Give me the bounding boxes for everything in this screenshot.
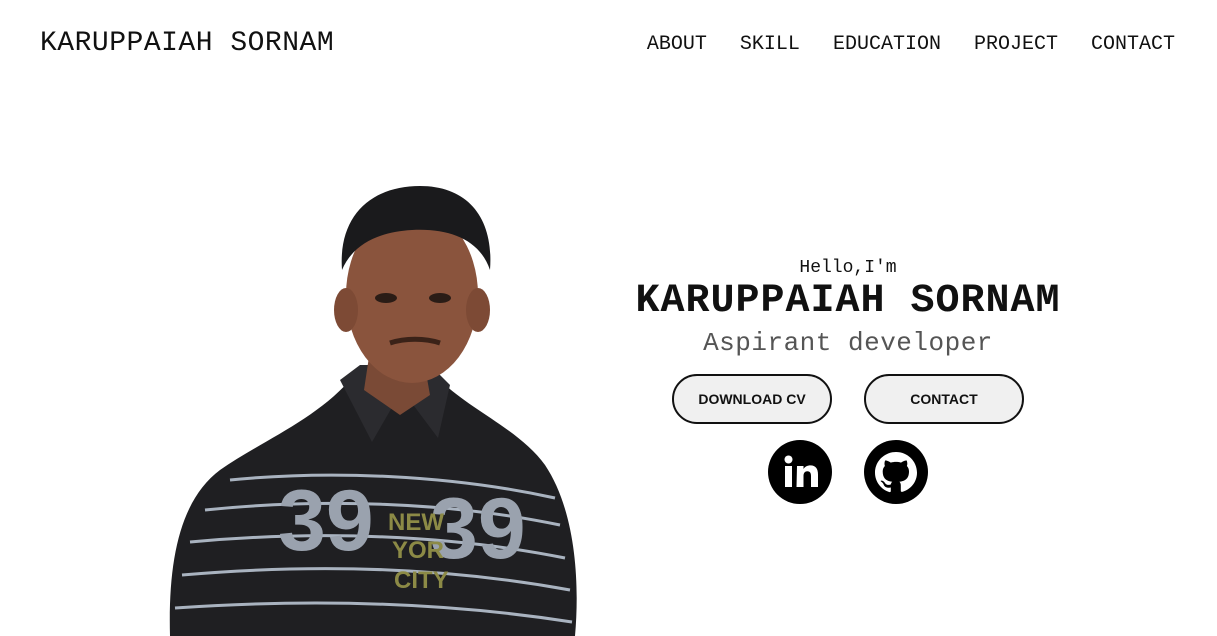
nav-education[interactable]: EDUCATION [833, 33, 941, 56]
main-nav: ABOUT SKILL EDUCATION PROJECT CONTACT [647, 33, 1175, 56]
linkedin-icon[interactable] [768, 440, 832, 504]
github-icon[interactable] [864, 440, 928, 504]
svg-text:39: 39 [430, 481, 526, 577]
hero-section: Hello,I'm KARUPPAIAH SORNAM Aspirant dev… [560, 250, 1136, 504]
hero-buttons: DOWNLOAD CV CONTACT [560, 374, 1136, 424]
svg-text:39: 39 [278, 473, 374, 569]
contact-button[interactable]: CONTACT [864, 374, 1024, 424]
svg-text:YOR: YOR [392, 537, 444, 564]
site-logo[interactable]: KARUPPAIAH SORNAM [40, 28, 334, 59]
nav-about[interactable]: ABOUT [647, 33, 707, 56]
nav-skill[interactable]: SKILL [740, 33, 800, 56]
nav-contact[interactable]: CONTACT [1091, 33, 1175, 56]
hero-role: Aspirant developer [703, 328, 993, 358]
portfolio-page: KARUPPAIAH SORNAM ABOUT SKILL EDUCATION … [0, 0, 1217, 636]
svg-text:NEW: NEW [388, 509, 444, 536]
greeting-text: Hello,I'm [799, 258, 897, 278]
download-cv-button[interactable]: DOWNLOAD CV [672, 374, 832, 424]
svg-text:CITY: CITY [394, 567, 449, 594]
social-links [560, 440, 1136, 504]
nav-project[interactable]: PROJECT [974, 33, 1058, 56]
hero-name: KARUPPAIAH SORNAM [635, 279, 1061, 324]
profile-photo: 39 39 NEW YOR CITY [169, 186, 577, 636]
